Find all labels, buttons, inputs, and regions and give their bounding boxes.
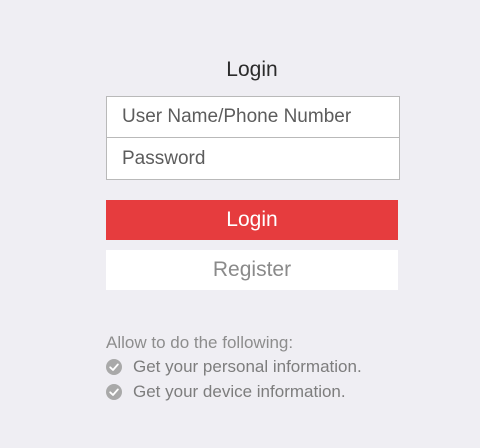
page-title: Login bbox=[226, 58, 278, 81]
register-button[interactable]: Register bbox=[106, 250, 398, 290]
password-input[interactable] bbox=[106, 138, 400, 180]
permission-item-label: Get your device information. bbox=[133, 382, 346, 401]
check-circle-icon bbox=[106, 359, 122, 375]
login-button[interactable]: Login bbox=[106, 200, 398, 240]
permission-item-device-info: Get your device information. bbox=[106, 382, 346, 402]
permission-item-personal-info: Get your personal information. bbox=[106, 357, 362, 377]
username-input[interactable] bbox=[106, 96, 400, 138]
check-circle-icon bbox=[106, 384, 122, 400]
permissions-heading: Allow to do the following: bbox=[106, 333, 294, 352]
permission-item-label: Get your personal information. bbox=[133, 357, 362, 376]
